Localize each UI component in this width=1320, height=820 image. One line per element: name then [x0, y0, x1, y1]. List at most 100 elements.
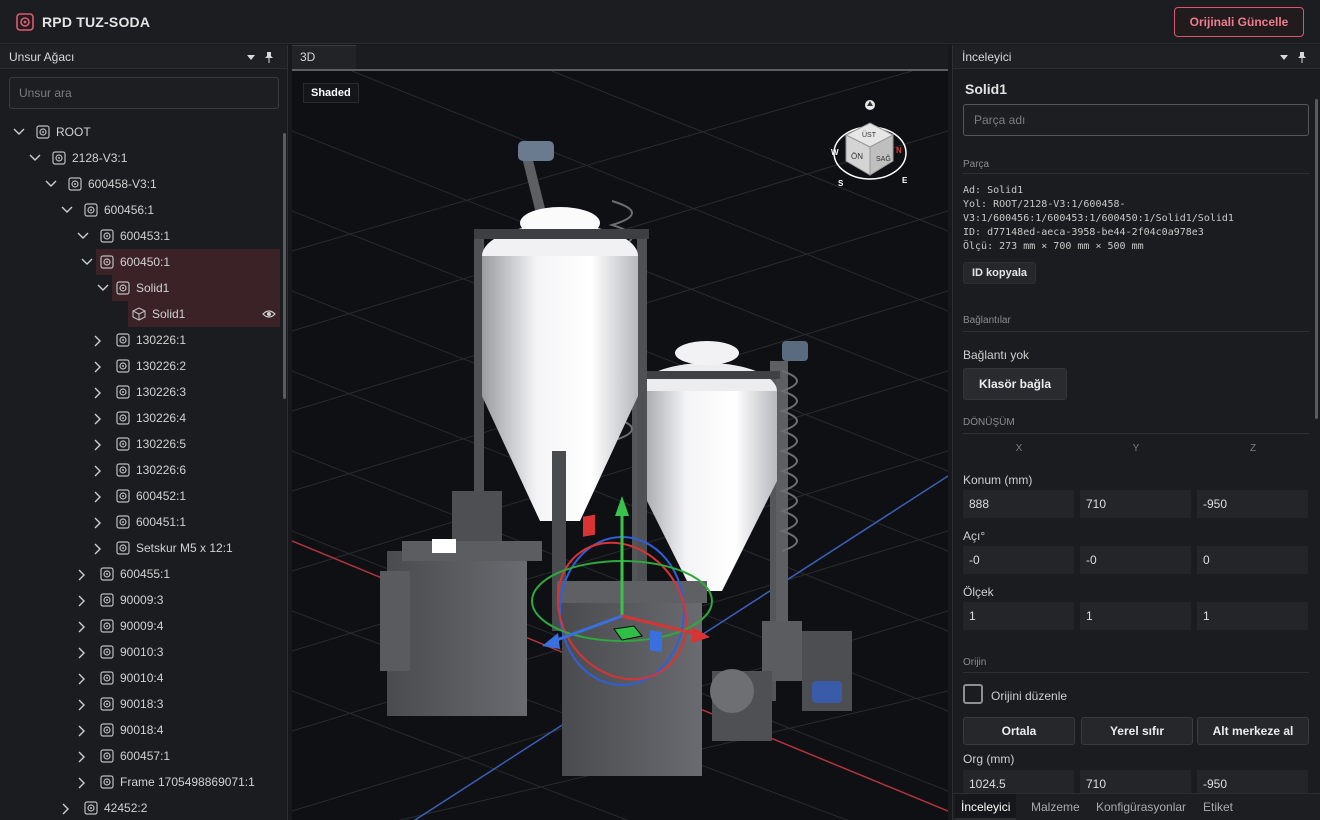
- chevron-right-icon[interactable]: [92, 385, 106, 399]
- angle-x-field[interactable]: -0: [963, 546, 1074, 574]
- org-x-field[interactable]: 1024.5: [963, 770, 1074, 793]
- position-x-field[interactable]: 888: [963, 490, 1074, 518]
- viewport-3d[interactable]: ÜST ÖN SAĞ W N S E Shaded: [292, 69, 948, 820]
- tab-3d[interactable]: 3D: [292, 45, 356, 69]
- shading-mode-badge[interactable]: Shaded: [303, 83, 359, 103]
- position-z-field[interactable]: -950: [1197, 490, 1308, 518]
- chevron-right-icon[interactable]: [92, 333, 106, 347]
- tree-item[interactable]: 90018:4: [0, 717, 280, 743]
- angle-z-field[interactable]: 0: [1197, 546, 1308, 574]
- info-path-2: V3:1/600456:1/600453:1/600450:1/Solid1/S…: [963, 213, 1234, 224]
- tree-item-label: 90009:3: [120, 593, 164, 607]
- chevron-right-icon[interactable]: [92, 489, 106, 503]
- chevron-right-icon[interactable]: [92, 437, 106, 451]
- chevron-right-icon[interactable]: [76, 671, 90, 685]
- visibility-eye-icon[interactable]: [262, 307, 276, 321]
- panel-title: Unsur Ağacı: [9, 49, 75, 64]
- inspector-scrollbar[interactable]: [1315, 99, 1318, 419]
- scene-canvas[interactable]: ÜST ÖN SAĞ W N S E: [292, 71, 948, 820]
- tree-item[interactable]: 600450:1: [81, 249, 280, 275]
- view-cube[interactable]: ÜST ÖN SAĞ W N S E: [831, 100, 908, 188]
- chevron-right-icon[interactable]: [76, 723, 90, 737]
- tree-item[interactable]: 130226:4: [0, 405, 280, 431]
- chevron-right-icon[interactable]: [60, 801, 74, 815]
- chevron-right-icon[interactable]: [76, 697, 90, 711]
- chevron-right-icon[interactable]: [76, 593, 90, 607]
- part-name-input[interactable]: [963, 104, 1309, 136]
- tab-label[interactable]: Etiket: [1197, 794, 1239, 820]
- chevron-right-icon[interactable]: [76, 567, 90, 581]
- tree-scrollbar[interactable]: [283, 133, 286, 399]
- tab-configurations[interactable]: Konfigürasyonlar: [1090, 794, 1192, 820]
- tree-item-label: 600456:1: [104, 203, 155, 217]
- tree-item[interactable]: 130226:2: [0, 353, 280, 379]
- chevron-right-icon[interactable]: [76, 619, 90, 633]
- pin-icon[interactable]: [264, 51, 274, 63]
- chevron-right-icon[interactable]: [76, 775, 90, 789]
- link-folder-button[interactable]: Klasör bağla: [963, 368, 1067, 400]
- chevron-right-icon[interactable]: [76, 749, 90, 763]
- tree-item[interactable]: 130226:3: [0, 379, 280, 405]
- tree-item[interactable]: 130226:5: [0, 431, 280, 457]
- chevron-right-icon[interactable]: [92, 411, 106, 425]
- tree-item[interactable]: 42452:2: [0, 795, 280, 820]
- tree-item[interactable]: 90009:4: [0, 613, 280, 639]
- chevron-right-icon[interactable]: [92, 541, 106, 555]
- scale-y-field[interactable]: 1: [1080, 602, 1191, 630]
- chevron-down-icon[interactable]: [12, 125, 26, 139]
- tree-item[interactable]: 600455:1: [0, 561, 280, 587]
- edit-origin-label[interactable]: Orijini düzenle: [991, 689, 1067, 703]
- tree-item[interactable]: Solid1: [97, 275, 280, 301]
- update-original-button[interactable]: Orijinali Güncelle: [1174, 7, 1304, 37]
- tab-material[interactable]: Malzeme: [1025, 794, 1086, 820]
- tree-item[interactable]: 130226:6: [0, 457, 280, 483]
- app-title: RPD TUZ-SODA: [42, 14, 151, 30]
- chevron-right-icon[interactable]: [92, 359, 106, 373]
- panel-menu-caret-icon[interactable]: [1280, 55, 1288, 60]
- tree-item[interactable]: 2128-V3:1: [0, 145, 280, 171]
- bottom-center-button[interactable]: Alt merkeze al: [1197, 717, 1309, 745]
- tree-item[interactable]: 600451:1: [0, 509, 280, 535]
- scale-z-field[interactable]: 1: [1197, 602, 1308, 630]
- chevron-down-icon[interactable]: [28, 151, 42, 165]
- org-y-field[interactable]: 710: [1080, 770, 1191, 793]
- tree-item[interactable]: 130226:1: [0, 327, 280, 353]
- tab-inspector[interactable]: İnceleyici: [955, 794, 1017, 820]
- tree-item[interactable]: Setskur M5 x 12:1: [0, 535, 280, 561]
- cube-face-right[interactable]: SAĞ: [876, 154, 891, 163]
- tree-item[interactable]: 600453:1: [0, 223, 280, 249]
- feature-search-input[interactable]: [9, 77, 279, 109]
- tree-item[interactable]: Solid1: [128, 301, 280, 327]
- tree-item[interactable]: 90009:3: [0, 587, 280, 613]
- org-z-field[interactable]: -950: [1197, 770, 1308, 793]
- chevron-down-icon[interactable]: [80, 255, 94, 269]
- scale-x-field[interactable]: 1: [963, 602, 1074, 630]
- chevron-down-icon[interactable]: [76, 229, 90, 243]
- tree-item[interactable]: 600457:1: [0, 743, 280, 769]
- tree-item[interactable]: 600456:1: [0, 197, 280, 223]
- chevron-down-icon[interactable]: [60, 203, 74, 217]
- assembly-icon: [100, 619, 114, 633]
- tree-item[interactable]: 90018:3: [0, 691, 280, 717]
- local-zero-button[interactable]: Yerel sıfır: [1081, 717, 1193, 745]
- angle-y-field[interactable]: -0: [1080, 546, 1191, 574]
- tree-item[interactable]: 600452:1: [0, 483, 280, 509]
- edit-origin-checkbox[interactable]: [963, 684, 983, 704]
- copy-id-button[interactable]: ID kopyala: [963, 262, 1036, 284]
- chevron-down-icon[interactable]: [96, 281, 110, 295]
- tree-item[interactable]: Frame 1705498869071:1: [0, 769, 280, 795]
- tree-item[interactable]: ROOT: [0, 119, 280, 145]
- position-y-field[interactable]: 710: [1080, 490, 1191, 518]
- pin-icon[interactable]: [1297, 51, 1307, 63]
- tree-item[interactable]: 90010:3: [0, 639, 280, 665]
- cube-face-top[interactable]: ÜST: [862, 131, 877, 139]
- cube-face-front[interactable]: ÖN: [851, 152, 863, 161]
- chevron-right-icon[interactable]: [92, 515, 106, 529]
- tree-item[interactable]: 90010:4: [0, 665, 280, 691]
- tree-item[interactable]: 600458-V3:1: [0, 171, 280, 197]
- panel-menu-caret-icon[interactable]: [247, 55, 255, 60]
- chevron-down-icon[interactable]: [44, 177, 58, 191]
- chevron-right-icon[interactable]: [92, 463, 106, 477]
- center-button[interactable]: Ortala: [963, 717, 1075, 745]
- chevron-right-icon[interactable]: [76, 645, 90, 659]
